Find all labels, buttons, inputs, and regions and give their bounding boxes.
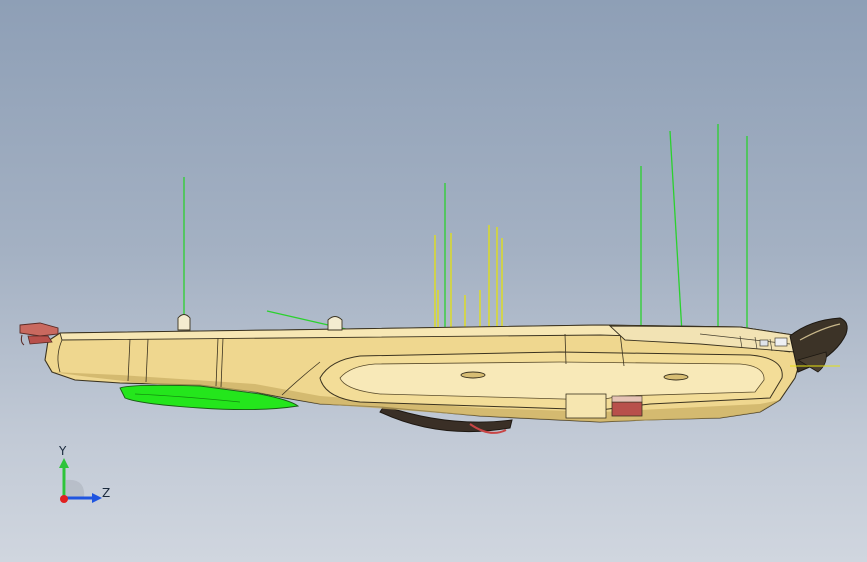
mounting-post-middle[interactable] xyxy=(327,316,343,331)
coordinate-triad: Y Z xyxy=(44,438,124,518)
axis-label-z: Z xyxy=(102,486,111,500)
mounting-post-left[interactable] xyxy=(177,314,191,331)
cad-3d-viewport[interactable]: Y Z xyxy=(0,0,867,562)
coordinate-triad-icon xyxy=(59,458,102,503)
right-nose-scoop[interactable] xyxy=(789,317,848,373)
axis-label-y: Y xyxy=(59,444,67,458)
cad-model-scene[interactable] xyxy=(0,0,867,562)
housing-main-body[interactable] xyxy=(44,324,804,423)
